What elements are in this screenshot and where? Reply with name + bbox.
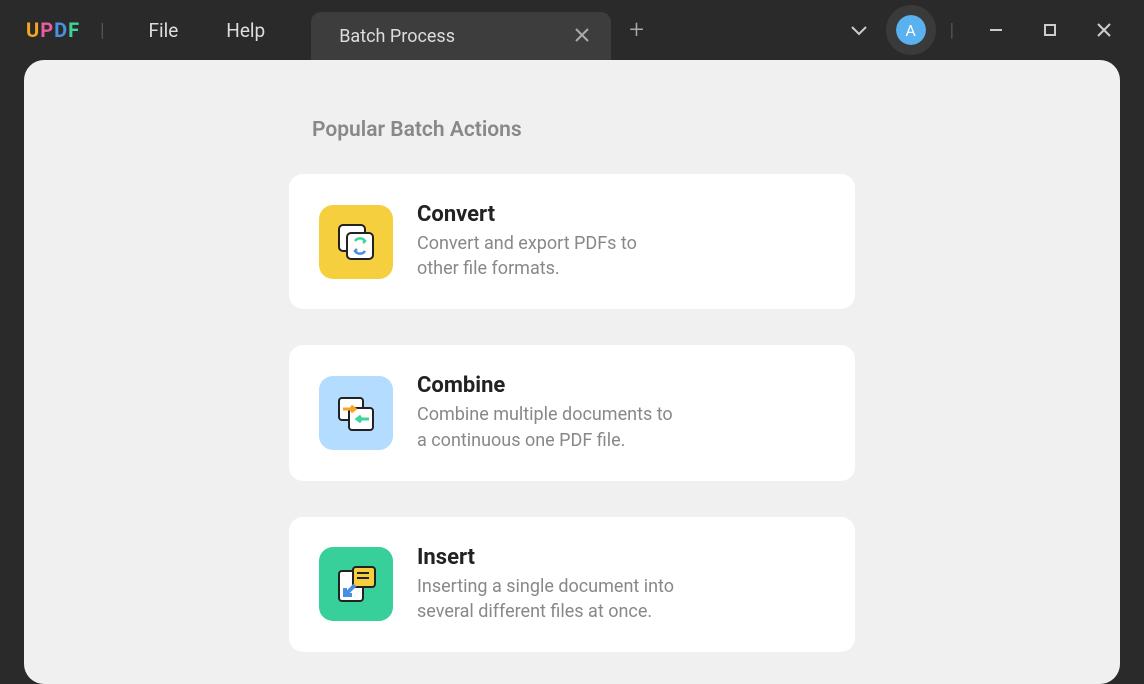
card-desc: Inserting a single document into several…: [417, 574, 677, 624]
avatar[interactable]: A: [896, 15, 926, 45]
app-logo: UPDF: [26, 18, 80, 42]
card-title: Combine: [417, 373, 677, 398]
minimize-button[interactable]: [974, 14, 1018, 46]
insert-icon: [319, 547, 393, 621]
tabs-area: Batch Process +: [311, 0, 644, 60]
menu-file[interactable]: File: [124, 19, 202, 42]
titlebar: UPDF | File Help Batch Process + A |: [0, 0, 1144, 60]
card-title: Insert: [417, 545, 677, 570]
card-list: Convert Convert and export PDFs to other…: [24, 174, 1120, 652]
chevron-down-icon[interactable]: [836, 13, 882, 48]
card-combine[interactable]: Combine Combine multiple documents to a …: [289, 345, 855, 480]
menu-help[interactable]: Help: [202, 19, 289, 42]
card-desc: Convert and export PDFs to other file fo…: [417, 231, 677, 281]
content-area: Popular Batch Actions Convert Convert an…: [24, 60, 1120, 684]
card-title: Convert: [417, 202, 677, 227]
card-convert[interactable]: Convert Convert and export PDFs to other…: [289, 174, 855, 309]
divider: |: [100, 20, 104, 41]
close-icon[interactable]: [571, 22, 593, 51]
tab-batch-process[interactable]: Batch Process: [311, 12, 611, 60]
titlebar-right: A |: [836, 13, 1144, 48]
card-insert[interactable]: Insert Inserting a single document into …: [289, 517, 855, 652]
divider: |: [950, 20, 954, 41]
combine-icon: [319, 376, 393, 450]
maximize-button[interactable]: [1028, 14, 1072, 46]
tab-label: Batch Process: [339, 26, 455, 47]
add-tab-icon[interactable]: +: [629, 15, 644, 45]
card-desc: Combine multiple documents to a continuo…: [417, 402, 677, 452]
close-window-button[interactable]: [1082, 14, 1126, 46]
convert-icon: [319, 205, 393, 279]
section-title: Popular Batch Actions: [312, 118, 1120, 142]
